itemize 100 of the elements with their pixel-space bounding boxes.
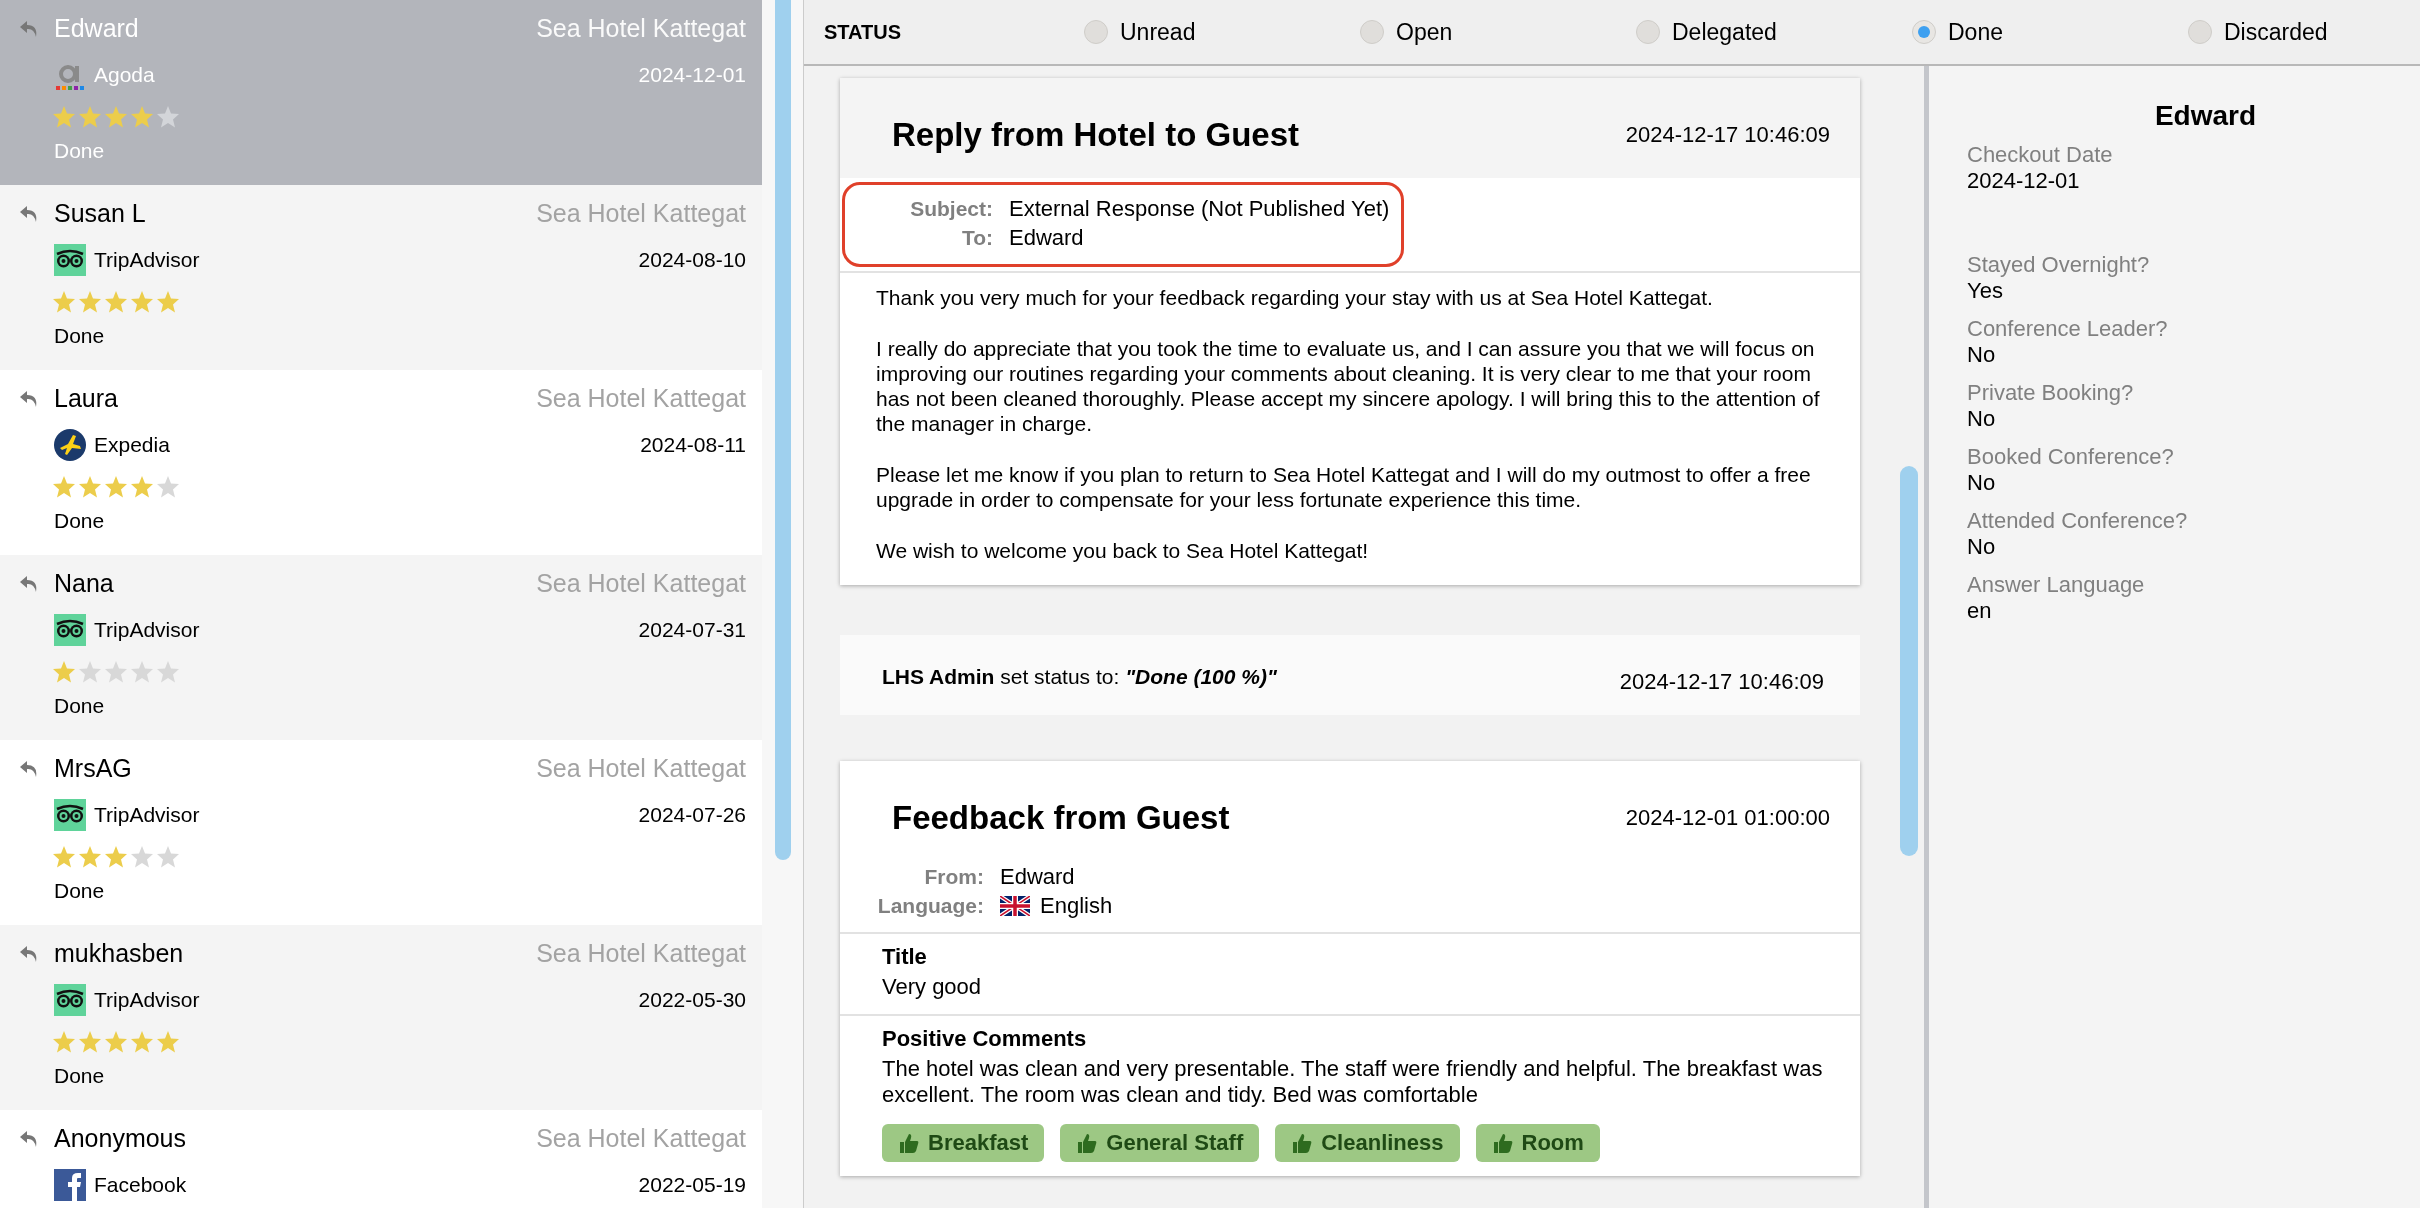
filled-star-icon xyxy=(104,845,128,869)
status-radio[interactable]: Unread xyxy=(1084,18,1360,46)
review-list-item[interactable]: mukhasben Sea Hotel Kattegat TripAdvisor 2022-05-30 Done xyxy=(0,925,762,1110)
timestamp: 2024-12-17 10:46:09 xyxy=(1619,669,1824,695)
detail-value: Yes xyxy=(1967,278,2004,304)
hotel-name: Sea Hotel Kattegat xyxy=(536,754,746,783)
field-label: Subject: xyxy=(909,197,993,221)
paragraph: Thank you very much for your feedback regarding your stay with us at Sea Hotel Kattegat. xyxy=(876,285,1714,310)
empty-star-icon xyxy=(156,845,180,869)
timestamp: 2024-12-01 01:00:00 xyxy=(1625,805,1830,831)
thumbs-up-icon xyxy=(898,1132,920,1154)
tag-label: General Staff xyxy=(1106,1130,1244,1156)
empty-star-icon xyxy=(156,660,180,684)
hotel-name: Sea Hotel Kattegat xyxy=(536,199,746,228)
hotel-name: Sea Hotel Kattegat xyxy=(536,1124,746,1153)
review-status: Done xyxy=(54,1064,106,1088)
timestamp: 2024-12-17 10:46:09 xyxy=(1625,122,1830,148)
field-label: To: xyxy=(960,226,993,250)
tag-label: Room xyxy=(1521,1130,1584,1156)
review-status: Done xyxy=(54,879,106,903)
filled-star-icon xyxy=(78,290,102,314)
detail-value: No xyxy=(1967,406,1997,432)
filled-star-icon xyxy=(52,105,76,129)
review-date: 2024-07-26 xyxy=(638,803,746,827)
review-date: 2024-08-10 xyxy=(638,248,746,272)
review-date: 2022-05-30 xyxy=(638,988,746,1012)
hotel-name: Sea Hotel Kattegat xyxy=(536,569,746,598)
field-value: English xyxy=(1040,893,1113,919)
status-change-text: LHS Admin set status to: "Done (100 %)" xyxy=(882,665,1277,689)
owl-eyes-logo-icon xyxy=(54,614,86,646)
hotel-name: Sea Hotel Kattegat xyxy=(536,939,746,968)
filled-star-icon xyxy=(78,475,102,499)
thumbs-up-icon xyxy=(1076,1132,1099,1154)
airplane-logo-icon xyxy=(54,429,86,461)
detail-value: 2024-12-01 xyxy=(1967,168,2081,194)
thumbs-up-icon xyxy=(1291,1132,1314,1154)
filled-star-icon xyxy=(52,845,76,869)
section-text: The hotel was clean and very presentable. The staff were friendly and helpful. The breakfast was excellent. The room was clean and tidy. Bed was comfortable xyxy=(882,1056,1824,1108)
field-value: External Response (Not Published Yet) xyxy=(1009,196,1390,222)
guest-name: Edward xyxy=(54,14,140,43)
filled-star-icon xyxy=(130,1030,154,1054)
section-heading: Title xyxy=(882,944,928,970)
review-status: Done xyxy=(54,139,106,163)
card-title: Reply from Hotel to Guest xyxy=(892,116,1300,154)
guest-name: Anonymous xyxy=(54,1124,188,1153)
review-status: Done xyxy=(54,509,106,533)
source-name: Expedia xyxy=(94,433,171,457)
guest-name: Edward xyxy=(2153,100,2258,132)
filled-star-icon xyxy=(156,290,180,314)
status-radio[interactable]: Discarded xyxy=(2188,18,2420,46)
source-name: Facebook xyxy=(94,1173,188,1197)
detail-label: Checkout Date xyxy=(1967,142,2114,168)
filled-star-icon xyxy=(156,1030,180,1054)
owl-eyes-logo-icon xyxy=(54,244,86,276)
hotel-name: Sea Hotel Kattegat xyxy=(536,384,746,413)
paragraph: We wish to welcome you back to Sea Hotel Kattegat! xyxy=(876,538,1370,563)
guest-name: Susan L xyxy=(54,199,147,228)
review-date: 2024-12-01 xyxy=(638,63,746,87)
scrollbar-thumb[interactable] xyxy=(1900,466,1918,856)
guest-name: Laura xyxy=(54,384,119,413)
source-name: TripAdvisor xyxy=(94,248,201,272)
empty-star-icon xyxy=(156,475,180,499)
empty-star-icon xyxy=(104,660,128,684)
section-heading: Positive Comments xyxy=(882,1026,1088,1052)
empty-star-icon xyxy=(156,105,180,129)
filled-star-icon xyxy=(130,290,154,314)
filled-star-icon xyxy=(52,1030,76,1054)
section-text: Very good xyxy=(882,974,983,1000)
scrollbar-thumb[interactable] xyxy=(774,0,791,860)
filled-star-icon xyxy=(130,475,154,499)
source-name: Agoda xyxy=(94,63,156,87)
detail-label: Conference Leader? xyxy=(1967,316,2169,342)
field-value: Edward xyxy=(1000,864,1075,890)
filled-star-icon xyxy=(52,475,76,499)
detail-value: No xyxy=(1967,342,1997,368)
tag-label: Cleanliness xyxy=(1321,1130,1444,1156)
detail-label: Answer Language xyxy=(1967,572,2146,598)
paragraph: Please let me know if you plan to return to Sea Hotel Kattegat and I will do my outmost to offer a free upgrade in order to compensate for your less fortunate experience this time. xyxy=(876,462,1812,512)
review-status: Done xyxy=(54,694,106,718)
owl-eyes-logo-icon xyxy=(54,984,86,1016)
paragraph: I really do appreciate that you took the time to evaluate us, and I can assure you that we will focus on improving our routines regarding your comments about cleaning. It is very clear to me that your room has not been cleaned thoroughly. Please accept my sincere apology. I will bring this to the attention of the manager in charge. xyxy=(876,336,1821,436)
filled-star-icon xyxy=(104,290,128,314)
review-list-item[interactable]: Susan L Sea Hotel Kattegat TripAdvisor 2024-08-10 Done xyxy=(0,185,762,370)
thumbs-up-icon xyxy=(1491,1132,1514,1154)
field-label: Language: xyxy=(876,894,984,918)
status-radio[interactable]: Open xyxy=(1360,18,1636,46)
filled-star-icon xyxy=(78,845,102,869)
filled-star-icon xyxy=(104,1030,128,1054)
status-radio[interactable]: Done xyxy=(1912,18,2188,46)
detail-label: Stayed Overnight? xyxy=(1967,252,2151,278)
tag-label: Breakfast xyxy=(928,1130,1029,1156)
detail-value: No xyxy=(1967,534,1997,560)
field-label: From: xyxy=(923,865,984,889)
detail-value: en xyxy=(1967,598,1993,624)
status-radio[interactable]: Delegated xyxy=(1636,18,1912,46)
filled-star-icon xyxy=(52,290,76,314)
review-list-item[interactable]: Nana Sea Hotel Kattegat TripAdvisor 2024-07-31 Done xyxy=(0,555,762,740)
filled-star-icon xyxy=(104,105,128,129)
empty-star-icon xyxy=(130,660,154,684)
detail-label: Private Booking? xyxy=(1967,380,2135,406)
